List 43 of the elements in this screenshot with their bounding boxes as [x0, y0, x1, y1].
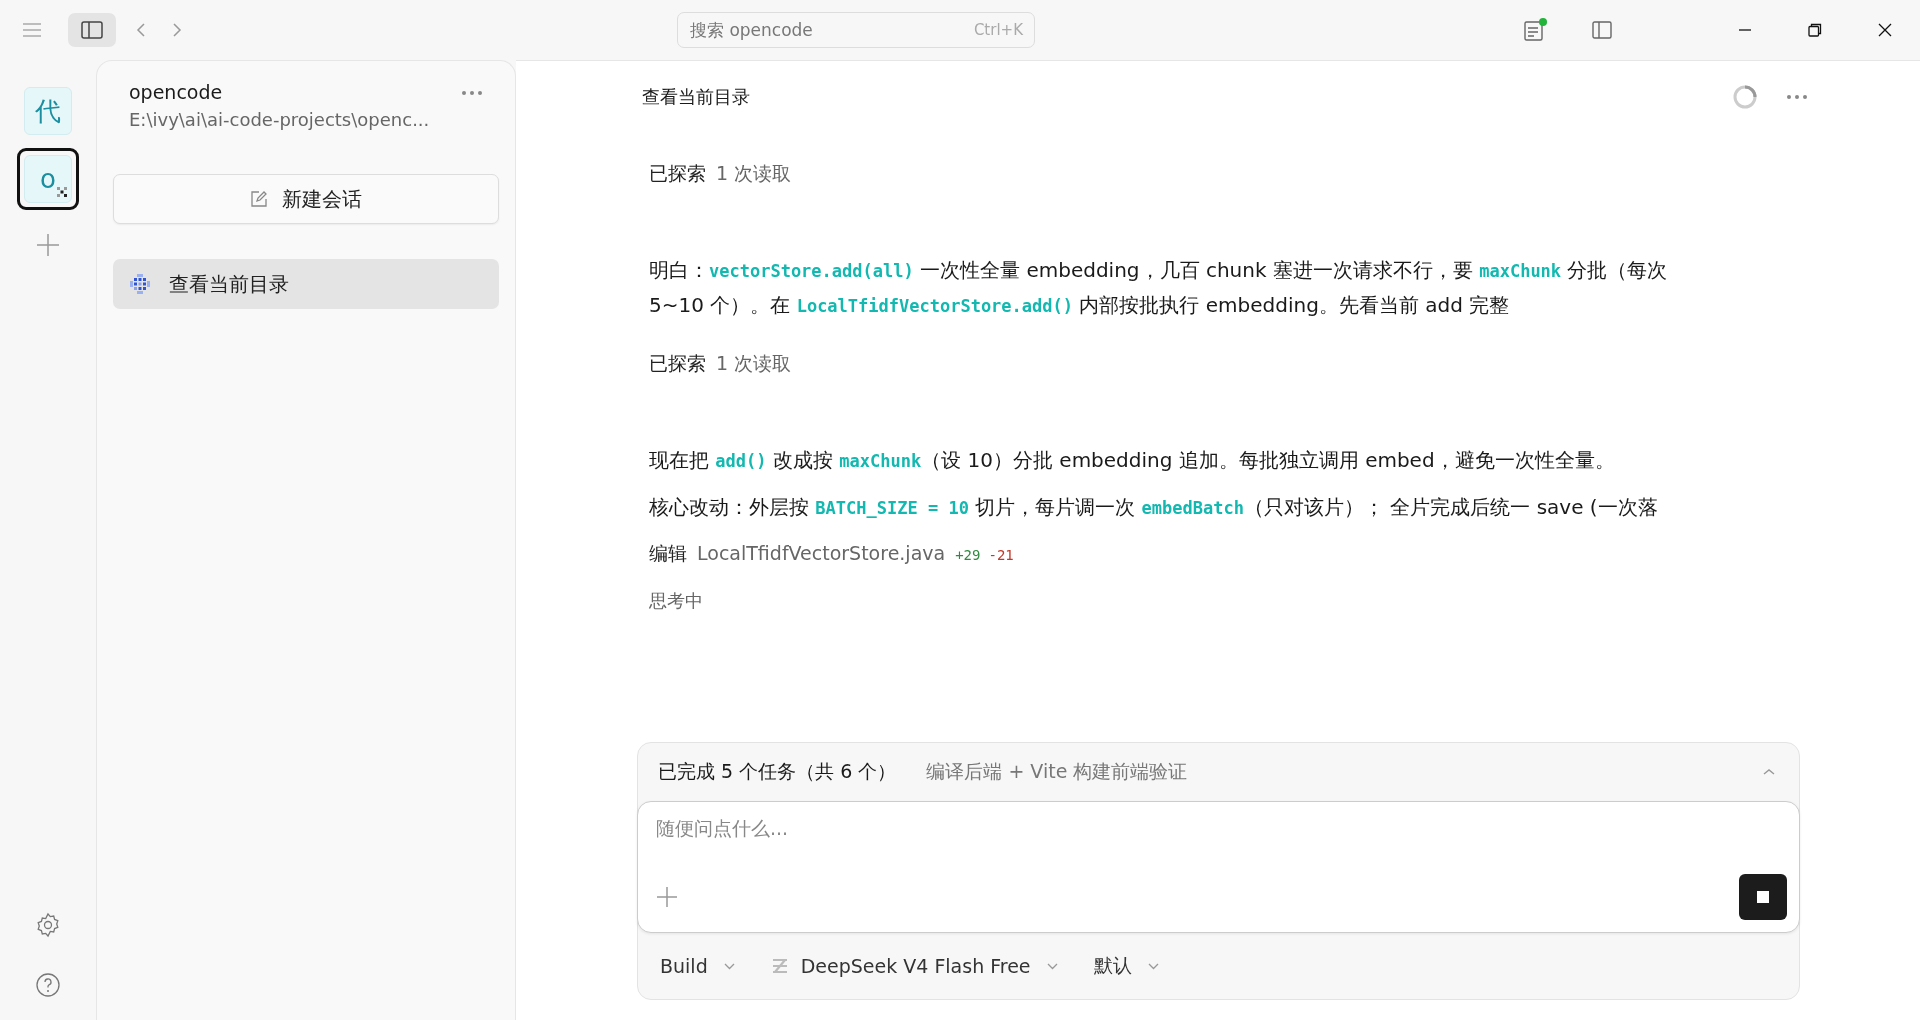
status-text: 思考中 [649, 589, 704, 613]
restore-icon [1808, 23, 1822, 37]
sidebar-icon [81, 21, 103, 39]
model-logo-icon [770, 957, 789, 975]
tool-label: 已探索 [649, 351, 706, 376]
current-task: 编译后端 + Vite 构建前端验证 [926, 759, 1188, 784]
add-icon[interactable] [656, 886, 678, 908]
model-dropdown[interactable]: DeepSeek V4 Flash Free [770, 951, 1058, 981]
review-panel-icon[interactable] [1522, 17, 1548, 43]
caret-icon [1046, 962, 1058, 970]
project-path: E:\ivy\ai\ai-code-projects\openc... [129, 109, 430, 130]
tool-detail[interactable]: 1 次读取 [716, 161, 792, 187]
stop-button[interactable] [1739, 874, 1787, 920]
message-text: 明白：vectorStore.add(all) 一次性全量 embedding，几百 chunk 塞进一次请求不行，要 maxChunk 分批（每次 5~10 个）。在 LocalTfidfVectorStore.add() 内部按批执行 embedding。先看当前 add 完整 [649, 257, 1669, 319]
variant-dropdown[interactable]: 默认 [1093, 949, 1159, 983]
prompt-input-box[interactable]: 随便问点什么... [637, 801, 1800, 933]
new-session-button[interactable]: 新建会话 [113, 174, 499, 224]
session-item[interactable]: 查看当前目录 [113, 259, 499, 309]
tool-detail[interactable]: 1 次读取 [716, 351, 792, 377]
session-title: 查看当前目录 [642, 85, 750, 109]
more-icon[interactable] [1786, 94, 1808, 100]
message-text: 核心改动：外层按 BATCH_SIZE = 10 切片，每片调一次 embedBatch（只对该片）； 全片完成后统一 save (一次落 [649, 494, 1659, 521]
file-name[interactable]: LocalTfidfVectorStore.java [697, 542, 946, 564]
caret-icon [1147, 962, 1159, 970]
settings-icon[interactable] [35, 912, 61, 938]
agent-dropdown[interactable]: Build [660, 951, 735, 981]
prompt-field[interactable]: 随便问点什么... [656, 816, 1787, 874]
caret-icon [723, 962, 735, 970]
tool-label: 编辑 [649, 541, 687, 566]
sidebar-toggle-button[interactable] [68, 13, 116, 47]
tool-label: 已探索 [649, 161, 706, 186]
message-text: 现在把 add() 改成按 maxChunk（设 10）分批 embedding 追加。每批独立调用 embed，避免一次性全量。 [649, 447, 1616, 474]
shortcut-hint: Ctrl+K [973, 21, 1023, 39]
menu-icon[interactable] [22, 22, 42, 38]
close-icon [1878, 23, 1892, 37]
panel-toggle-icon[interactable] [1592, 21, 1612, 39]
lines-added: +29 [955, 547, 981, 563]
stop-icon [1757, 891, 1769, 903]
lines-removed: -21 [988, 547, 1014, 563]
help-icon[interactable] [35, 972, 61, 998]
edit-icon [250, 190, 268, 208]
todo-summary: 已完成 5 个任务（共 6 个） [658, 759, 897, 784]
project-name: opencode [129, 81, 224, 103]
